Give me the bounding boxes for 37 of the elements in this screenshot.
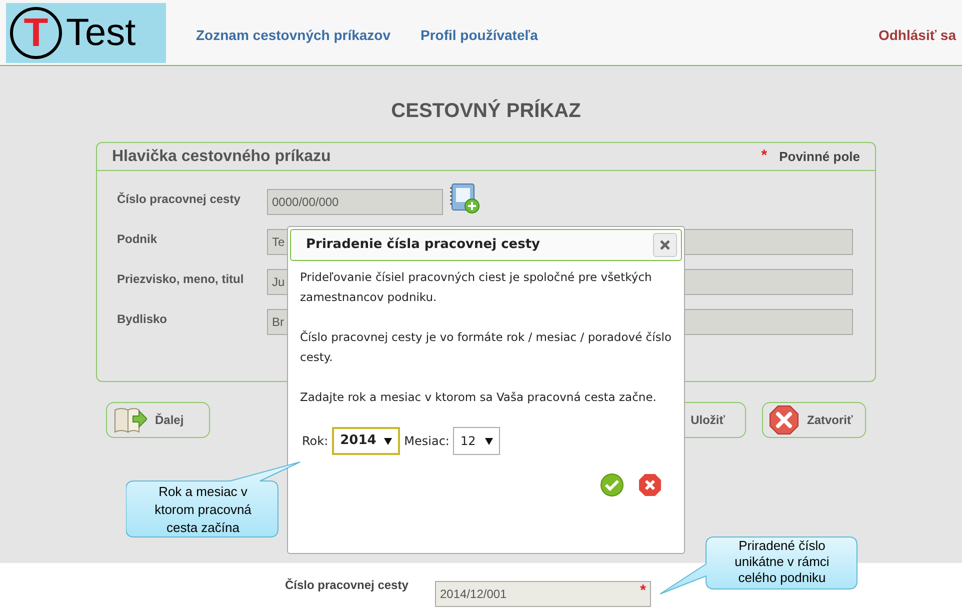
confirm-icon[interactable] <box>600 473 624 497</box>
dropdown-arrow-icon <box>384 438 392 444</box>
close-button[interactable]: Zatvoriť <box>762 402 866 438</box>
panel-title: Hlavička cestovného príkazu <box>112 146 331 166</box>
dialog-title: Priradenie čísla pracovnej cesty <box>306 236 540 254</box>
add-notebook-icon[interactable] <box>448 182 480 214</box>
logo[interactable]: T Test <box>6 2 166 62</box>
logo-text: Test <box>66 14 136 52</box>
callout-text: Priradené číslo unikátne v rámci celého podniku <box>734 538 830 586</box>
month-select[interactable]: 12 <box>453 427 500 455</box>
dialog-text: Prideľovanie čísiel pracovných ciest je spoločné pre všetkých zamestnancov podniku. <box>300 269 653 306</box>
dialog-text: Číslo pracovnej cesty je vo formáte rok / mesiac / poradové číslo cesty. <box>300 329 672 366</box>
cancel-icon[interactable] <box>638 473 662 497</box>
required-note: Povinné pole <box>779 148 860 166</box>
dropdown-arrow-icon <box>485 438 494 444</box>
close-button[interactable] <box>653 233 677 257</box>
field-label: Priezvisko, meno, titul <box>117 271 245 288</box>
page-title: CESTOVNÝ PRÍKAZ <box>390 98 582 124</box>
book-arrow-icon <box>113 406 147 434</box>
field-label: Bydlisko <box>117 311 168 328</box>
year-label: Rok: <box>302 433 328 450</box>
field-label: Podnik <box>117 231 158 248</box>
close-icon <box>660 240 670 250</box>
callout-text: Rok a mesiac v ktorom pracovná cesta začína <box>154 483 252 537</box>
field-label: Číslo pracovnej cesty <box>285 576 410 594</box>
required-mark: * <box>761 146 768 166</box>
nav-link[interactable]: Profil používateľa <box>420 25 538 46</box>
required-mark: * <box>640 580 646 600</box>
close-icon <box>769 405 799 435</box>
nav-link[interactable]: Zoznam cestovných príkazov <box>196 25 391 46</box>
field-label: Číslo pracovnej cesty <box>117 191 242 208</box>
year-select[interactable]: 2014 <box>332 427 400 455</box>
logo-letter: T <box>10 6 62 58</box>
logout-link[interactable]: Odhlásiť sa <box>878 25 956 46</box>
text-field[interactable]: 0000/00/000 <box>267 189 443 215</box>
month-label: Mesiac: <box>404 433 450 450</box>
next-button[interactable]: Ďalej <box>106 402 210 438</box>
